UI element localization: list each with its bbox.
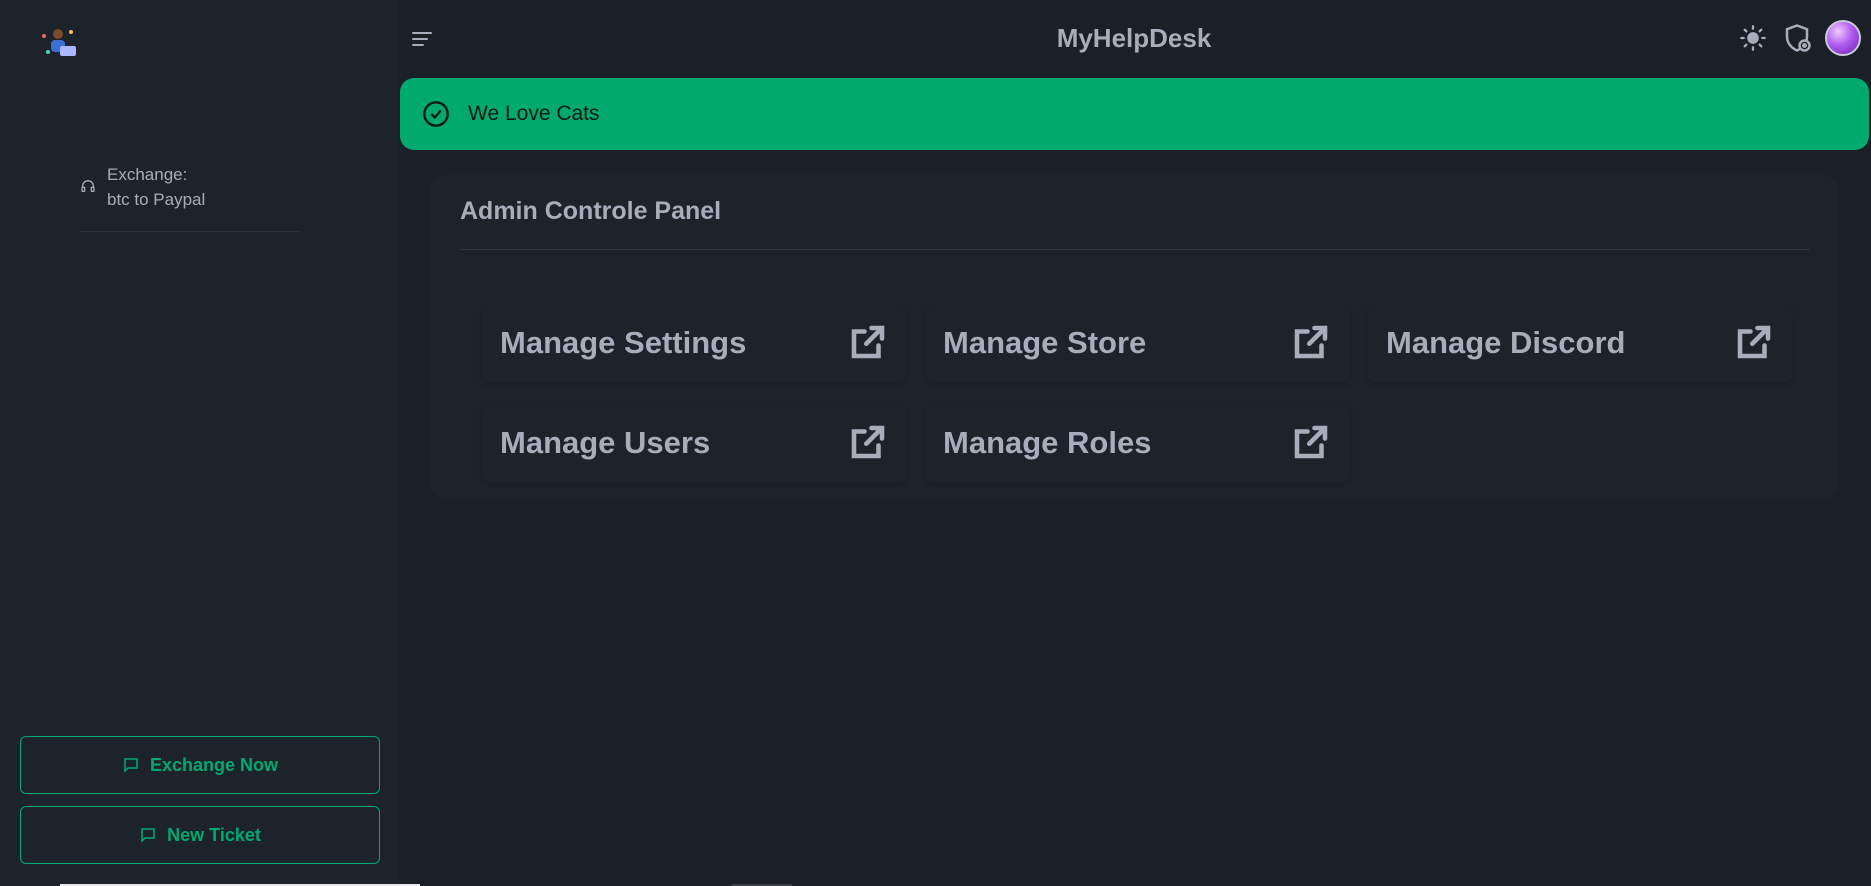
external-link-icon — [1294, 425, 1328, 459]
exchange-now-button[interactable]: Exchange Now — [20, 736, 380, 794]
logo-icon[interactable] — [38, 26, 80, 62]
menu-icon[interactable] — [410, 28, 434, 50]
manage-discord-card[interactable]: Manage Discord — [1368, 305, 1793, 383]
theme-toggle-button[interactable] — [1737, 22, 1769, 54]
manage-roles-card[interactable]: Manage Roles — [925, 405, 1350, 483]
manage-users-card[interactable]: Manage Users — [482, 405, 907, 483]
new-ticket-label: New Ticket — [167, 824, 261, 845]
panel-title: Admin Controle Panel — [460, 197, 722, 225]
card-label: Manage Users — [500, 425, 711, 460]
shield-plus-icon — [1785, 24, 1811, 52]
sidebar-item-line2: btc to Paypal — [107, 190, 206, 209]
success-alert: We Love Cats — [400, 78, 1869, 150]
external-link-icon — [1737, 325, 1771, 359]
chat-icon — [141, 828, 155, 843]
external-link-icon — [1294, 325, 1328, 359]
sidebar-item-exchange[interactable]: Exchange: btc to Paypal — [80, 162, 300, 232]
card-label: Manage Discord — [1386, 325, 1626, 360]
exchange-now-label: Exchange Now — [149, 754, 279, 775]
sidebar-item-label: Exchange: btc to Paypal — [107, 162, 205, 212]
headset-icon — [81, 180, 95, 192]
panel-divider — [460, 249, 1810, 250]
manage-store-card[interactable]: Manage Store — [925, 305, 1350, 383]
manage-settings-card[interactable]: Manage Settings — [482, 305, 907, 383]
check-circle-icon — [423, 101, 449, 127]
new-ticket-button[interactable]: New Ticket — [20, 806, 380, 864]
avatar[interactable] — [1825, 20, 1861, 56]
admin-panel: Admin Controle Panel Manage Settings Man… — [430, 175, 1838, 499]
card-label: Manage Roles — [943, 425, 1152, 460]
app-title: MyHelpDesk — [1056, 23, 1212, 53]
external-link-icon — [851, 425, 885, 459]
chat-icon — [124, 758, 138, 773]
alert-message: We Love Cats — [468, 102, 600, 125]
card-label: Manage Settings — [500, 325, 747, 360]
header-actions — [1737, 20, 1861, 56]
card-label: Manage Store — [943, 325, 1147, 360]
sun-icon — [1740, 25, 1766, 51]
external-link-icon — [851, 325, 885, 359]
admin-shield-button[interactable] — [1781, 22, 1813, 54]
sidebar: Exchange: btc to Paypal Exchange Now New… — [0, 0, 399, 886]
sidebar-item-line1: Exchange: — [107, 165, 188, 184]
